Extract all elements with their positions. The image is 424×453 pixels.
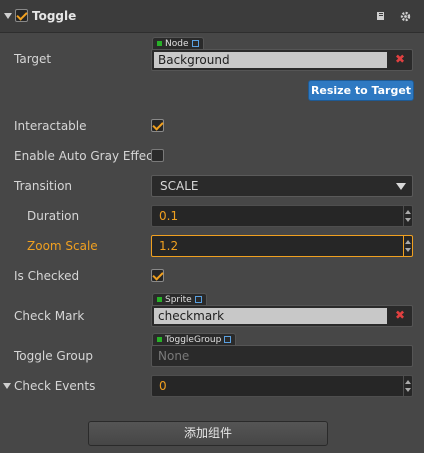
duration-input[interactable]: 0.1 [151,205,413,227]
node-type-icon [157,41,162,46]
duration-label: Duration [27,209,80,223]
check-mark-clear-button[interactable]: ✖ [390,308,410,322]
component-type-icon [157,337,162,342]
duration-stepper[interactable] [403,206,412,226]
auto-gray-checkbox[interactable] [151,149,164,162]
check-events-label: Check Events [14,379,96,393]
open-link-icon[interactable] [224,336,232,343]
check-mark-value[interactable]: checkmark [154,308,387,324]
open-link-icon[interactable] [191,40,199,47]
transition-label: Transition [14,179,73,193]
resize-to-target-button[interactable]: Resize to Target [308,80,414,101]
collapse-arrow-icon[interactable] [4,13,12,19]
chevron-down-icon [396,183,406,190]
check-events-count-input[interactable]: 0 [151,375,413,397]
target-clear-button[interactable]: ✖ [390,52,410,66]
zoom-scale-input[interactable]: 1.2 [151,235,413,257]
gear-icon[interactable] [400,11,411,22]
zoom-scale-label: Zoom Scale [27,239,98,253]
add-component-button[interactable]: 添加组件 [88,421,328,446]
target-label: Target [14,52,52,66]
target-value[interactable]: Background [154,52,387,68]
auto-gray-label: Enable Auto Gray Effect [14,149,158,163]
toggle-group-label: Toggle Group [14,349,93,363]
component-title: Toggle [32,9,77,23]
interactable-checkbox[interactable] [151,119,164,132]
sprite-type-icon [157,297,162,302]
help-book-icon[interactable] [376,11,386,21]
component-enabled-checkbox[interactable] [15,9,28,22]
zoom-scale-stepper[interactable] [403,236,412,256]
open-link-icon[interactable] [194,296,202,303]
transition-select[interactable]: SCALE [151,175,413,197]
check-events-expand-icon[interactable] [3,383,11,389]
is-checked-checkbox[interactable] [151,269,164,282]
check-events-stepper[interactable] [403,376,412,396]
interactable-label: Interactable [14,119,87,133]
toggle-group-field[interactable]: None [151,345,413,367]
check-mark-label: Check Mark [14,309,85,323]
is-checked-label: Is Checked [14,269,80,283]
